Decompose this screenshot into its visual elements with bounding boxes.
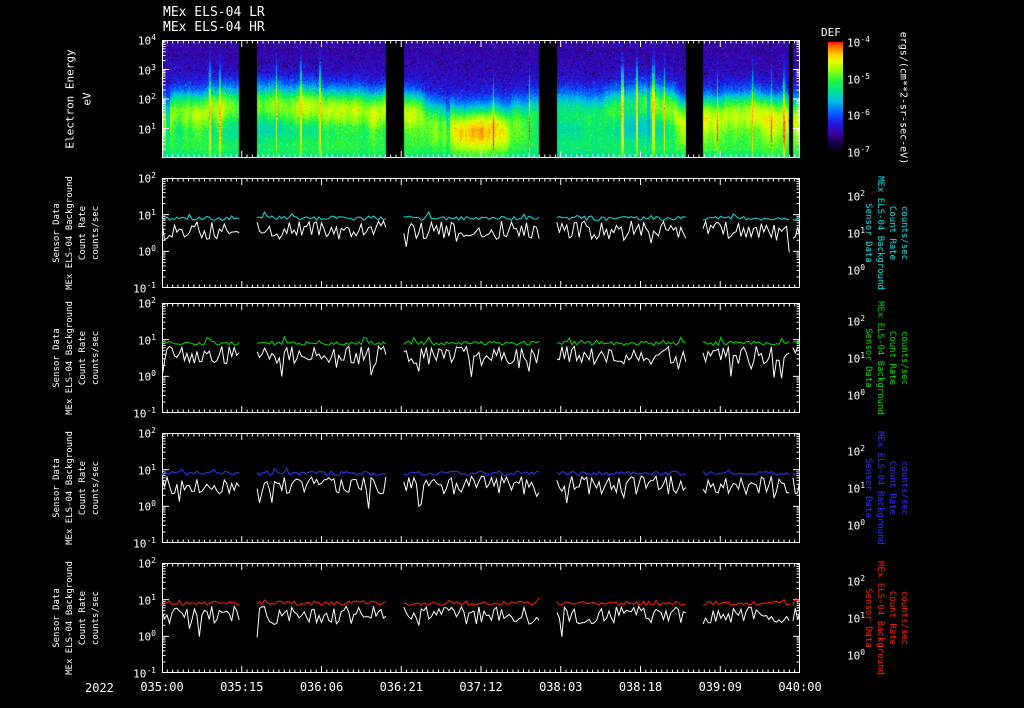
time-tick-label: 037:12	[459, 680, 503, 694]
panel4-left-label-line3: Count Rate	[78, 590, 88, 646]
panel3-left-label-line4: counts/sec	[91, 460, 101, 516]
time-tick-label: 038:18	[618, 680, 663, 694]
spectrogram-y-tick-label: 103	[137, 62, 156, 78]
time-tick-label: 040:00	[778, 680, 822, 694]
colorbar-unit-label: ergs/(cm**2-sr-sec-eV)	[897, 31, 909, 165]
panel4-left-label-line4: counts/sec	[91, 590, 101, 646]
panel1-left-label-line1: Sensor Data	[52, 203, 62, 263]
panel3-right-label-line3: Count Rate	[887, 460, 897, 516]
spectrogram-y-tick-label: 101	[137, 121, 156, 137]
panel1-left-label-line4: counts/sec	[91, 205, 101, 261]
time-tick-label: 039:09	[698, 680, 742, 694]
colorbar-tick-label: 10-4	[847, 35, 870, 50]
panel2-right-label-line4: counts/sec	[899, 330, 909, 386]
panel2-right-label-line3: Count Rate	[887, 330, 897, 386]
panel4-left-label-line1: Sensor Data	[52, 588, 62, 648]
panel3-left-label-line2: MEx ELS-04 Background	[65, 431, 75, 545]
panel2-left-label-line4: counts/sec	[91, 330, 101, 386]
count-rate-panel-1: Sensor Data MEx ELS-04 Background Count …	[0, 176, 1024, 290]
panel2-right-label-line2: MEx ELS-04 Background	[875, 301, 885, 415]
time-tick-label: 035:00	[140, 680, 184, 694]
colorbar-tick-label: 10-5	[847, 71, 870, 87]
panel4-right-label-line3: Count Rate	[887, 590, 897, 646]
count-rate-panel-2: Sensor Data MEx ELS-04 Background Count …	[0, 301, 1024, 415]
time-tick-label: 035:15	[220, 680, 264, 694]
spectrogram-y-axis-title: Electron Energy	[63, 49, 77, 149]
panel1-right-label-line3: Count Rate	[887, 205, 897, 261]
count-rate-panel-4: Sensor Data MEx ELS-04 Background Count …	[0, 561, 1024, 675]
spectrogram-y-axis-unit: eV	[80, 92, 94, 106]
mex-els-quicklook-plot: MEx ELS-04 LR MEx ELS-04 HR Electron Ene…	[0, 0, 1024, 708]
panel1-right-label-line4: counts/sec	[899, 205, 909, 261]
panel2-left-label-line1: Sensor Data	[52, 328, 62, 388]
time-tick-label: 036:21	[379, 680, 423, 694]
panel1-left-label-line2: MEx ELS-04 Background	[65, 176, 75, 290]
count-rate-panel-3: Sensor Data MEx ELS-04 Background Count …	[0, 431, 1024, 545]
colorbar-tick-label: 10-6	[847, 108, 870, 123]
panel3-right-label-line1: Sensor Data	[863, 458, 873, 518]
panel2-right-label-line1: Sensor Data	[863, 328, 873, 388]
panel3-left-label-line3: Count Rate	[78, 460, 88, 516]
panel4-right-label-line1: Sensor Data	[863, 588, 873, 648]
panel4-left-label-line2: MEx ELS-04 Background	[65, 561, 75, 675]
def-colorbar	[828, 42, 843, 152]
time-tick-label: 036:06	[299, 680, 344, 694]
count-rate-plot-2	[162, 303, 800, 413]
panel3-left-label-line1: Sensor Data	[52, 458, 62, 518]
spectrogram-y-tick-label: 102	[137, 92, 156, 107]
panel1-left-label-line3: Count Rate	[78, 205, 88, 261]
spectrogram-axes-frame	[162, 40, 800, 158]
spectrogram-y-tick-label: 104	[137, 33, 156, 48]
time-tick-label: 038:03	[539, 680, 583, 694]
count-rate-plot-1	[162, 178, 800, 288]
colorbar-tick-label: 10-7	[847, 145, 870, 160]
panel1-right-label-line2: MEx ELS-04 Background	[875, 176, 885, 290]
panel3-right-label-line2: MEx ELS-04 Background	[875, 431, 885, 545]
panel2-left-label-line2: MEx ELS-04 Background	[65, 301, 75, 415]
year-label: 2022	[85, 681, 114, 695]
count-rate-plot-3	[162, 433, 800, 543]
panel4-right-label-line4: counts/sec	[899, 590, 909, 646]
panel3-right-label-line4: counts/sec	[899, 460, 909, 516]
plot-title-lr: MEx ELS-04 LR	[163, 5, 265, 20]
count-rate-plot-4	[162, 563, 800, 673]
plot-title-hr: MEx ELS-04 HR	[163, 20, 265, 35]
colorbar-title: DEF	[821, 26, 841, 39]
panel1-right-label-line1: Sensor Data	[863, 203, 873, 263]
panel2-left-label-line3: Count Rate	[78, 330, 88, 386]
panel4-right-label-line2: MEx ELS-04 Background	[875, 561, 885, 675]
